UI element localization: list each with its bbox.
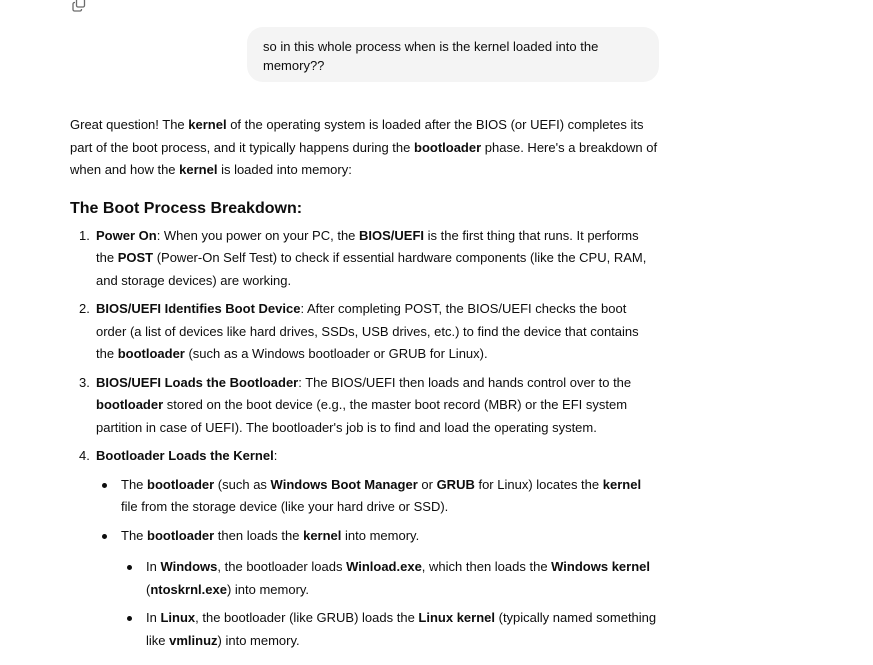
list-item: 2. BIOS/UEFI Identifies Boot Device: Aft… xyxy=(70,298,660,366)
bullet-icon xyxy=(102,482,107,488)
list-number: 3. xyxy=(79,374,90,390)
bullet-icon xyxy=(127,616,132,621)
list-item: In Windows, the bootloader loads Winload… xyxy=(121,556,660,601)
response-intro: Great question! The kernel of the operat… xyxy=(70,117,658,177)
bullet-icon xyxy=(102,533,107,539)
list-number: 1. xyxy=(79,227,90,243)
list-item: 1. Power On: When you power on your PC, … xyxy=(70,225,660,293)
list-item: The bootloader (such as Windows Boot Man… xyxy=(96,474,660,519)
list-item: In Linux, the bootloader (like GRUB) loa… xyxy=(121,607,660,652)
user-message-bubble: so in this whole process when is the ker… xyxy=(247,27,659,82)
list-item: 4. Bootloader Loads the Kernel: The boot… xyxy=(70,445,660,652)
nested-bullet-list: In Windows, the bootloader loads Winload… xyxy=(121,556,660,652)
boot-steps-list: 1. Power On: When you power on your PC, … xyxy=(70,225,660,653)
bullet-icon xyxy=(127,565,132,570)
copy-icon xyxy=(72,0,86,12)
list-number: 4. xyxy=(79,448,90,463)
list-item: 3. BIOS/UEFI Loads the Bootloader: The B… xyxy=(70,372,660,440)
bullet-list: The bootloader (such as Windows Boot Man… xyxy=(96,474,660,653)
assistant-response: Great question! The kernel of the operat… xyxy=(70,114,660,658)
list-number: 2. xyxy=(79,301,90,316)
section-heading: The Boot Process Breakdown: xyxy=(70,199,303,217)
list-item: The bootloader then loads the kernel int… xyxy=(96,525,660,653)
user-message-text: so in this whole process when is the ker… xyxy=(263,39,599,73)
copy-message-button[interactable] xyxy=(72,0,86,12)
